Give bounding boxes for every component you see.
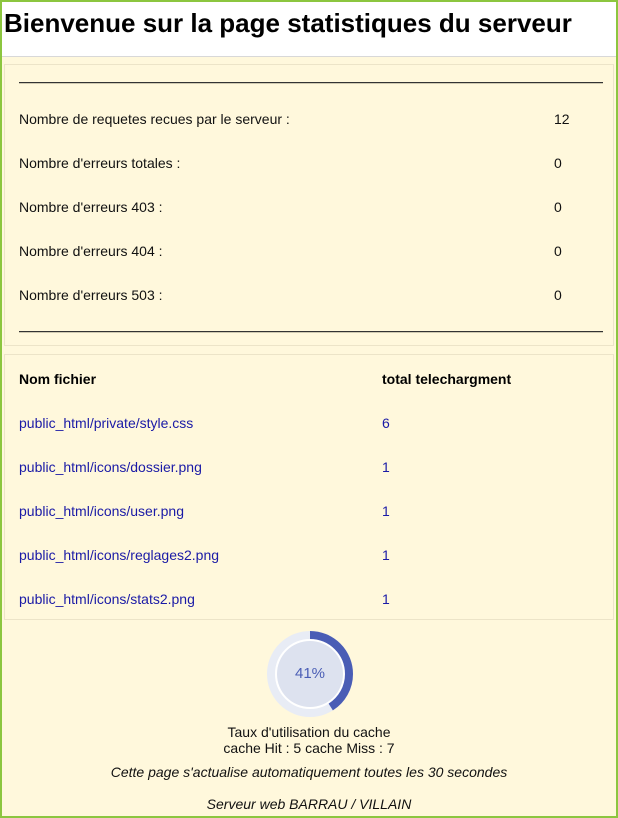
page-frame: Bienvenue sur la page statistiques du se…	[0, 0, 618, 818]
file-download-count: 1	[382, 591, 390, 607]
table-row: public_html/icons/reglages2.png 1	[19, 547, 603, 567]
stat-value: 0	[554, 199, 562, 215]
stat-value: 12	[554, 111, 570, 127]
table-row: public_html/private/style.css 6	[19, 415, 603, 435]
file-download-count: 1	[382, 459, 390, 475]
file-download-count: 6	[382, 415, 390, 431]
divider	[19, 82, 603, 83]
stat-label: Nombre d'erreurs 503 :	[19, 287, 163, 303]
downloads-table: Nom fichier total telechargment public_h…	[4, 354, 614, 620]
divider	[19, 331, 603, 332]
cache-usage-gauge: 41%	[264, 628, 356, 720]
file-name: public_html/icons/dossier.png	[19, 459, 202, 475]
file-name: public_html/private/style.css	[19, 415, 194, 431]
file-name: public_html/icons/user.png	[19, 503, 184, 519]
column-header-file-name: Nom fichier	[19, 371, 97, 387]
file-name: public_html/icons/stats2.png	[19, 591, 195, 607]
table-row: public_html/icons/stats2.png 1	[19, 591, 603, 611]
stat-row-total-errors: Nombre d'erreurs totales : 0	[19, 155, 603, 175]
cache-hit-miss: cache Hit : 5 cache Miss : 7	[223, 740, 395, 756]
stat-value: 0	[554, 243, 562, 259]
table-row: public_html/icons/user.png 1	[19, 503, 603, 523]
column-header-total-downloads: total telechargment	[382, 371, 512, 387]
stat-row-errors-404: Nombre d'erreurs 404 : 0	[19, 243, 603, 263]
cache-label: Taux d'utilisation du cache	[227, 724, 391, 740]
file-download-count: 1	[382, 547, 390, 563]
server-credit: Serveur web BARRAU / VILLAIN	[206, 796, 412, 812]
stat-value: 0	[554, 287, 562, 303]
file-download-count: 1	[382, 503, 390, 519]
file-name: public_html/icons/reglages2.png	[19, 547, 220, 563]
stat-row-requests: Nombre de requetes recues par le serveur…	[19, 111, 603, 131]
page-header: Bienvenue sur la page statistiques du se…	[2, 2, 616, 57]
stat-label: Nombre d'erreurs 403 :	[19, 199, 163, 215]
table-row: public_html/icons/dossier.png 1	[19, 459, 603, 479]
stat-label: Nombre d'erreurs 404 :	[19, 243, 163, 259]
stat-value: 0	[554, 155, 562, 171]
server-stats-panel: Nombre de requetes recues par le serveur…	[4, 64, 614, 346]
refresh-note: Cette page s'actualise automatiquement t…	[110, 764, 508, 780]
cache-percent-label: 41%	[294, 665, 326, 682]
stat-row-errors-403: Nombre d'erreurs 403 : 0	[19, 199, 603, 219]
page-title: Bienvenue sur la page statistiques du se…	[4, 8, 572, 38]
stat-row-errors-503: Nombre d'erreurs 503 : 0	[19, 287, 603, 307]
stat-label: Nombre d'erreurs totales :	[19, 155, 181, 171]
stat-label: Nombre de requetes recues par le serveur…	[19, 111, 290, 127]
